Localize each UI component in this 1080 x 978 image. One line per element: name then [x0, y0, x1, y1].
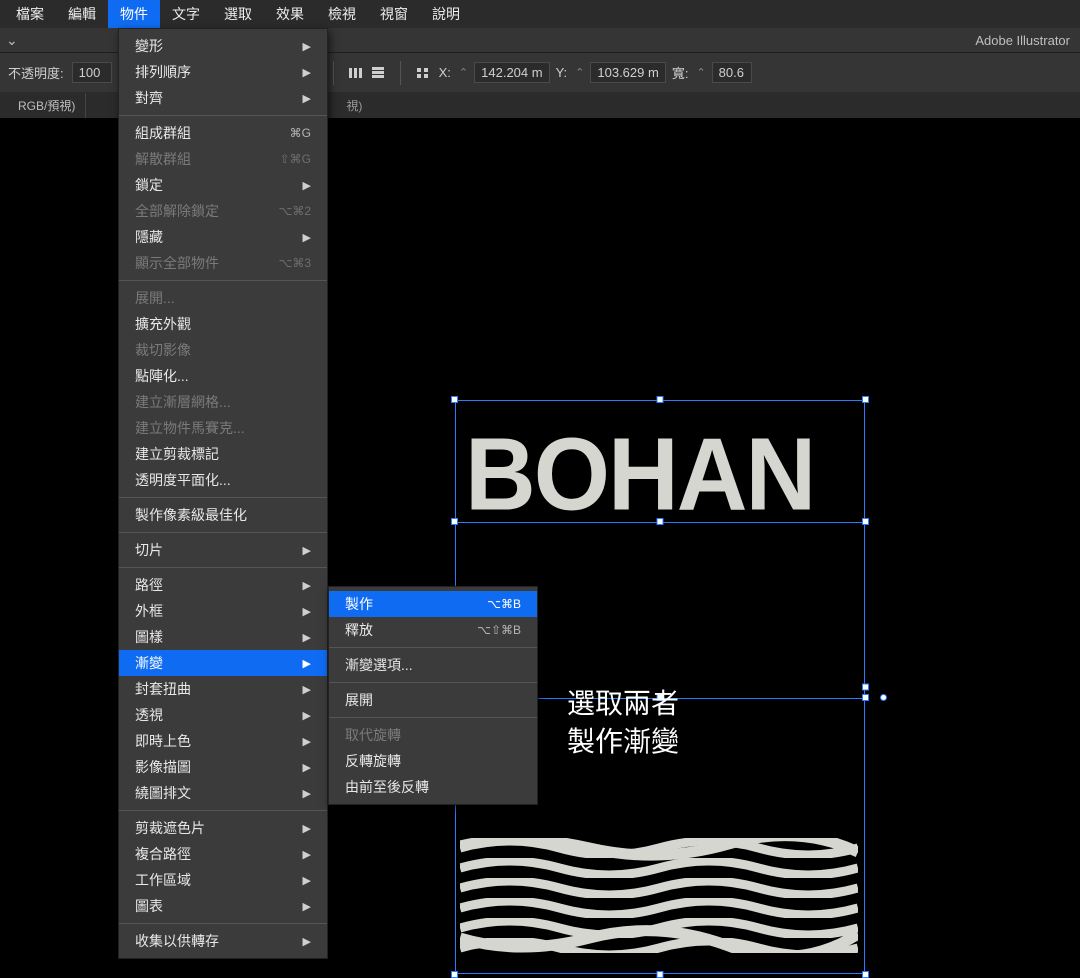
object-menu-item-2[interactable]: 對齊▶ — [119, 85, 327, 111]
object-menu-item-34[interactable]: 剪裁遮色片▶ — [119, 815, 327, 841]
chevron-right-icon: ▶ — [303, 900, 311, 913]
dist-v-icon[interactable] — [368, 64, 388, 82]
tab-document-2-close[interactable]: 視) — [346, 97, 362, 114]
menu-help[interactable]: 說明 — [420, 0, 472, 28]
chevron-right-icon: ▶ — [303, 848, 311, 861]
chevron-right-icon: ▶ — [303, 735, 311, 748]
object-menu-item-39[interactable]: 收集以供轉存▶ — [119, 928, 327, 954]
chevron-right-icon: ▶ — [303, 579, 311, 592]
chevron-right-icon: ▶ — [303, 935, 311, 948]
object-menu-item-26[interactable]: 圖樣▶ — [119, 624, 327, 650]
object-menu-item-0[interactable]: 變形▶ — [119, 33, 327, 59]
w-field[interactable]: 80.6 — [712, 62, 752, 83]
object-menu-item-22[interactable]: 切片▶ — [119, 537, 327, 563]
object-menu-item-31[interactable]: 影像描圖▶ — [119, 754, 327, 780]
y-label: Y: — [556, 65, 568, 80]
transform-icon[interactable] — [413, 64, 433, 82]
object-menu-item-18[interactable]: 透明度平面化... — [119, 467, 327, 493]
chevron-right-icon: ▶ — [303, 605, 311, 618]
distribute-icons — [346, 64, 388, 82]
x-field[interactable]: 142.204 m — [474, 62, 549, 83]
blend-menu-item-3[interactable]: 漸變選項... — [329, 652, 537, 678]
annotation-text: 選取兩者 製作漸變 — [567, 685, 679, 761]
chevron-right-icon: ▶ — [303, 92, 311, 105]
object-menu-item-7: 全部解除鎖定⌥⌘2 — [119, 198, 327, 224]
object-menu-item-35[interactable]: 複合路徑▶ — [119, 841, 327, 867]
dist-h-icon[interactable] — [346, 64, 366, 82]
blend-menu-item-7: 取代旋轉 — [329, 722, 537, 748]
w-label: 寬: — [672, 63, 689, 82]
object-menu-item-13: 裁切影像 — [119, 337, 327, 363]
object-menu-item-8[interactable]: 隱藏▶ — [119, 224, 327, 250]
object-menu-item-11: 展開... — [119, 285, 327, 311]
object-menu-item-36[interactable]: 工作區域▶ — [119, 867, 327, 893]
object-menu-item-20[interactable]: 製作像素級最佳化 — [119, 502, 327, 528]
chevron-right-icon: ▶ — [303, 822, 311, 835]
object-menu-item-25[interactable]: 外框▶ — [119, 598, 327, 624]
blend-menu-item-1[interactable]: 釋放⌥⇧⌘B — [329, 617, 537, 643]
object-menu-item-29[interactable]: 透視▶ — [119, 702, 327, 728]
object-menu-item-32[interactable]: 繞圖排文▶ — [119, 780, 327, 806]
object-menu-item-16: 建立物件馬賽克... — [119, 415, 327, 441]
chevron-right-icon: ▶ — [303, 761, 311, 774]
blend-menu-item-8[interactable]: 反轉旋轉 — [329, 748, 537, 774]
menu-file[interactable]: 檔案 — [4, 0, 56, 28]
chevron-right-icon: ▶ — [303, 787, 311, 800]
opacity-label: 不透明度: — [8, 63, 64, 82]
chevron-right-icon: ▶ — [303, 231, 311, 244]
chevron-right-icon: ▶ — [303, 544, 311, 557]
menu-window[interactable]: 視窗 — [368, 0, 420, 28]
blend-menu-item-9[interactable]: 由前至後反轉 — [329, 774, 537, 800]
menubar: 檔案 編輯 物件 文字 選取 效果 檢視 視窗 說明 — [0, 0, 1080, 28]
object-menu-item-14[interactable]: 點陣化... — [119, 363, 327, 389]
chevron-right-icon: ▶ — [303, 657, 311, 670]
app-title: Adobe Illustrator — [975, 33, 1070, 48]
chevron-right-icon: ▶ — [303, 179, 311, 192]
object-dropdown: 變形▶排列順序▶對齊▶ 組成群組⌘G解散群組⇧⌘G鎖定▶全部解除鎖定⌥⌘2隱藏▶顯… — [118, 28, 328, 959]
menu-select[interactable]: 選取 — [212, 0, 264, 28]
object-menu-item-37[interactable]: 圖表▶ — [119, 893, 327, 919]
object-menu-item-17[interactable]: 建立剪裁標記 — [119, 441, 327, 467]
blend-submenu: 製作⌥⌘B釋放⌥⇧⌘B 漸變選項... 展開取代旋轉反轉旋轉由前至後反轉 — [328, 586, 538, 805]
artwork-top-text: BOHAN — [465, 415, 814, 534]
menu-view[interactable]: 檢視 — [316, 0, 368, 28]
object-menu-item-6[interactable]: 鎖定▶ — [119, 172, 327, 198]
object-menu-item-28[interactable]: 封套扭曲▶ — [119, 676, 327, 702]
chevron-right-icon: ▶ — [303, 709, 311, 722]
object-menu-item-1[interactable]: 排列順序▶ — [119, 59, 327, 85]
chevron-right-icon: ▶ — [303, 874, 311, 887]
opacity-field[interactable]: 100 — [72, 62, 112, 83]
chevron-down-icon[interactable]: ⌄ — [6, 32, 18, 49]
blend-menu-item-0[interactable]: 製作⌥⌘B — [329, 591, 537, 617]
menu-effect[interactable]: 效果 — [264, 0, 316, 28]
tab-document-1[interactable]: RGB/預視) — [8, 93, 86, 118]
object-menu-item-9: 顯示全部物件⌥⌘3 — [119, 250, 327, 276]
object-menu-item-27[interactable]: 漸變▶ — [119, 650, 327, 676]
object-menu-item-15: 建立漸層網格... — [119, 389, 327, 415]
artwork-wavy-text — [460, 838, 858, 953]
object-menu-item-12[interactable]: 擴充外觀 — [119, 311, 327, 337]
chevron-right-icon: ▶ — [303, 683, 311, 696]
chevron-right-icon: ▶ — [303, 66, 311, 79]
object-menu-item-24[interactable]: 路徑▶ — [119, 572, 327, 598]
blend-menu-item-5[interactable]: 展開 — [329, 687, 537, 713]
chevron-right-icon: ▶ — [303, 631, 311, 644]
menu-edit[interactable]: 編輯 — [56, 0, 108, 28]
menu-type[interactable]: 文字 — [160, 0, 212, 28]
chevron-right-icon: ▶ — [303, 40, 311, 53]
y-field[interactable]: 103.629 m — [590, 62, 665, 83]
x-label: X: — [439, 65, 451, 80]
object-menu-item-5: 解散群組⇧⌘G — [119, 146, 327, 172]
object-menu-item-4[interactable]: 組成群組⌘G — [119, 120, 327, 146]
menu-object[interactable]: 物件 — [108, 0, 160, 28]
object-menu-item-30[interactable]: 即時上色▶ — [119, 728, 327, 754]
